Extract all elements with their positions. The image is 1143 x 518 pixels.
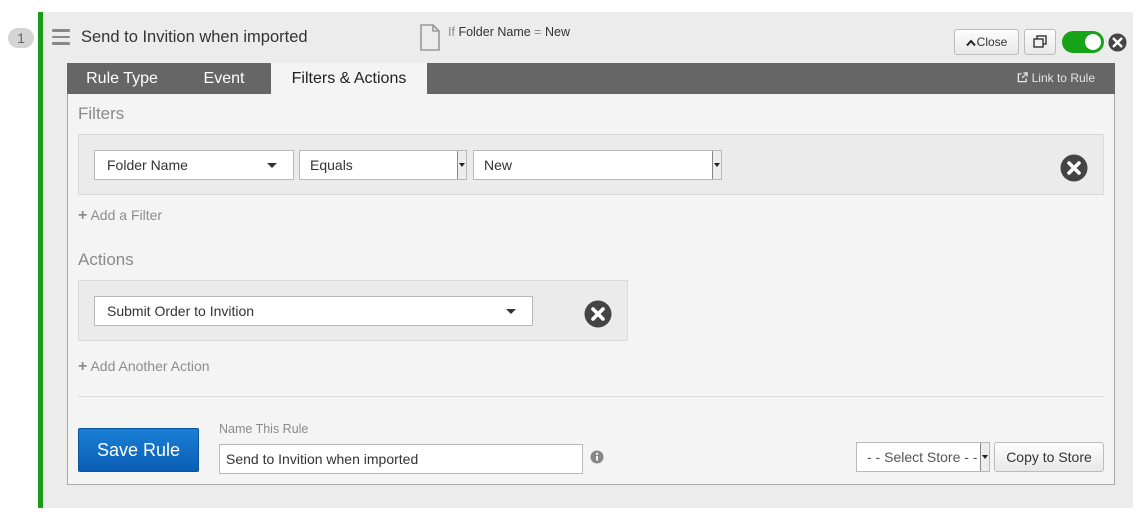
remove-action-icon[interactable]: [584, 300, 612, 328]
filter-value-value: New: [484, 157, 513, 173]
store-select-value: - - Select Store - -: [867, 449, 978, 465]
summary-operator: =: [534, 25, 542, 39]
dropdown-caret-icon: [267, 163, 277, 168]
dropdown-caret-icon: [457, 151, 466, 179]
action-select[interactable]: Submit Order to Invition: [94, 296, 533, 326]
rule-title: Send to Invition when imported: [81, 28, 308, 46]
summary-if: If: [448, 25, 455, 39]
duplicate-rule-button[interactable]: [1024, 29, 1056, 55]
filter-field-select[interactable]: Folder Name: [94, 150, 294, 180]
rule-summary: If Folder Name = New: [448, 25, 570, 39]
add-filter-label: Add a Filter: [90, 207, 163, 223]
close-button[interactable]: Close: [954, 29, 1019, 55]
add-filter-link[interactable]: + Add a Filter: [78, 207, 162, 225]
remove-filter-icon[interactable]: [1060, 154, 1088, 182]
footer-divider: [78, 396, 1104, 397]
copy-to-store-button[interactable]: Copy to Store: [994, 442, 1104, 472]
tab-filters-actions[interactable]: Filters & Actions: [271, 63, 427, 94]
summary-field: Folder Name: [458, 25, 531, 39]
rule-name-input[interactable]: [219, 444, 583, 474]
dropdown-caret-icon: [506, 309, 516, 314]
copy-icon: [1033, 35, 1047, 48]
store-select[interactable]: - - Select Store - -: [856, 442, 990, 472]
link-to-rule[interactable]: Link to Rule: [1017, 63, 1095, 94]
tab-bar: Rule Type Event Filters & Actions Link t…: [67, 63, 1115, 94]
rule-number-badge: 1: [8, 28, 34, 48]
chevron-up-icon: [965, 39, 976, 46]
add-action-label: Add Another Action: [90, 358, 210, 374]
close-button-label: Close: [976, 35, 1008, 49]
delete-rule-icon[interactable]: [1108, 33, 1127, 52]
dropdown-caret-icon: [712, 151, 721, 179]
save-rule-button[interactable]: Save Rule: [78, 428, 199, 472]
filter-field-value: Folder Name: [107, 157, 188, 173]
plus-icon: +: [78, 207, 88, 224]
document-icon: [420, 24, 440, 51]
external-link-icon: [1018, 72, 1029, 83]
hamburger-icon[interactable]: [52, 29, 70, 45]
tab-rule-type[interactable]: Rule Type: [67, 63, 177, 94]
filter-operator-select[interactable]: Equals: [299, 150, 467, 180]
filters-heading: Filters: [78, 104, 125, 123]
filter-value-select[interactable]: New: [473, 150, 722, 180]
link-to-rule-label: Link to Rule: [1031, 71, 1095, 85]
tab-event[interactable]: Event: [177, 63, 271, 94]
info-icon[interactable]: [590, 450, 604, 464]
actions-heading: Actions: [78, 250, 134, 269]
dropdown-caret-icon: [980, 443, 989, 471]
filter-operator-value: Equals: [310, 157, 353, 173]
summary-value: New: [544, 25, 570, 39]
add-action-link[interactable]: + Add Another Action: [78, 358, 210, 376]
plus-icon: +: [78, 358, 88, 375]
toggle-knob: [1085, 34, 1101, 50]
action-value: Submit Order to Invition: [107, 303, 255, 319]
rule-enabled-toggle[interactable]: [1062, 31, 1104, 53]
rule-name-label: Name This Rule: [219, 422, 309, 436]
